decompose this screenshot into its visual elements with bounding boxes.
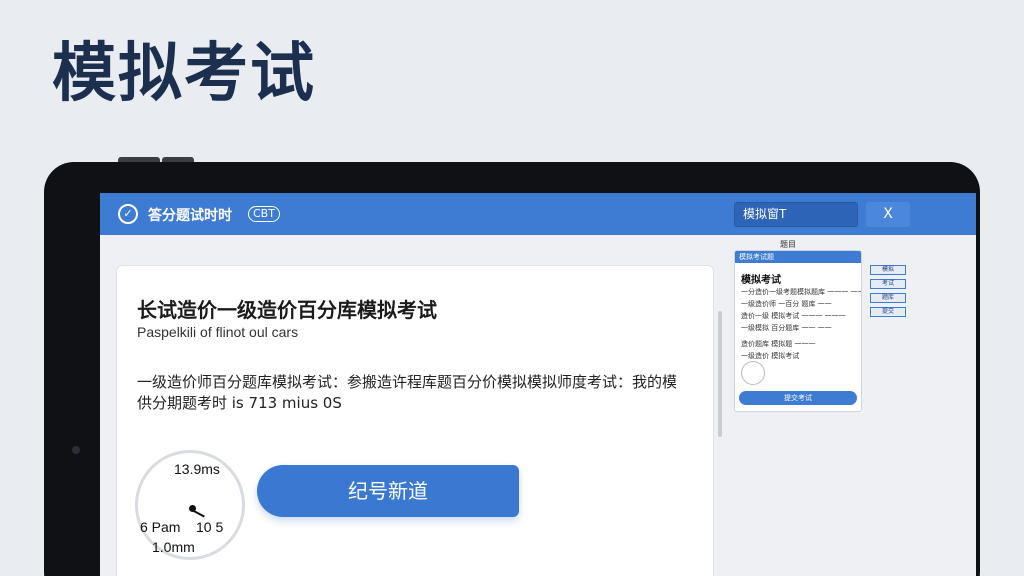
exam-preview-thumbnail[interactable]: 模拟考试题 模拟考试 一分造价一级考题模拟题库 一一一 一一 一级造价师 一百分… xyxy=(734,250,862,412)
preview-line: 一级模拟 百分题库 一一 一一 xyxy=(741,324,832,332)
clock-label-top: 13.9ms xyxy=(174,461,220,477)
preview-label: 题目 xyxy=(780,240,796,249)
app-title: 答分题试时时 xyxy=(148,208,232,224)
clock-label-left: 6 Pam xyxy=(140,519,181,535)
timer-clock: 13.9ms 6 Pam 10 5 1.0mm xyxy=(135,450,245,560)
exam-description-line2: 供分期题考时 is 713 mius 0S xyxy=(137,394,342,412)
exam-card: 长试造价一级造价百分库模拟考试 Paspelkili of flinot oul… xyxy=(116,265,714,576)
preview-clock-icon xyxy=(741,361,765,385)
preview-submit-button[interactable]: 提交考试 xyxy=(739,391,857,405)
clock-label-bottom: 1.0mm xyxy=(152,539,195,555)
preview-line: 一级造价师 一百分 题库 一一 xyxy=(741,300,832,308)
start-exam-button[interactable]: 纪号新道 xyxy=(257,465,519,517)
scrollbar[interactable] xyxy=(718,311,722,437)
preview-side-button[interactable]: 模拟 xyxy=(870,265,906,275)
close-button[interactable]: X xyxy=(866,202,910,227)
exam-heading: 长试造价一级造价百分库模拟考试 xyxy=(137,298,437,322)
preview-title: 模拟考试 xyxy=(741,275,781,286)
exam-logo-icon: ✓ xyxy=(118,204,138,224)
preview-line: 造价一级 模拟考试 一一一 一一一 xyxy=(741,312,846,320)
preview-line: 造价题库 模拟题 一一一 xyxy=(741,340,816,348)
preview-side-button[interactable]: 提交 xyxy=(870,307,906,317)
clock-label-right: 10 5 xyxy=(196,519,224,535)
preview-line: 一分造价一级考题模拟题库 一一一 一一 xyxy=(741,288,862,296)
preview-header: 模拟考试题 xyxy=(735,251,861,263)
clock-hand-icon xyxy=(191,509,205,518)
camera-icon xyxy=(72,446,80,454)
app-badge: CBT xyxy=(248,206,280,222)
page-title: 模拟考试 xyxy=(52,37,316,111)
mode-selector[interactable]: 模拟窗T xyxy=(734,202,858,227)
top-bar: ✓ 答分题试时时 CBT 模拟窗T X xyxy=(100,193,976,235)
preview-line: 一级造价 模拟考试 xyxy=(741,352,800,360)
preview-side-button[interactable]: 考试 xyxy=(870,279,906,289)
tablet-screen: ✓ 答分题试时时 CBT 模拟窗T X 长试造价一级造价百分库模拟考试 Pasp… xyxy=(100,193,976,576)
preview-side-button[interactable]: 题库 xyxy=(870,293,906,303)
exam-description-line1: 一级造价师百分题库模拟考试：参搬造许程库题百分价模拟模拟师度考试：我的模 xyxy=(137,373,678,391)
exam-subtitle: Paspelkili of flinot oul cars xyxy=(137,324,299,340)
